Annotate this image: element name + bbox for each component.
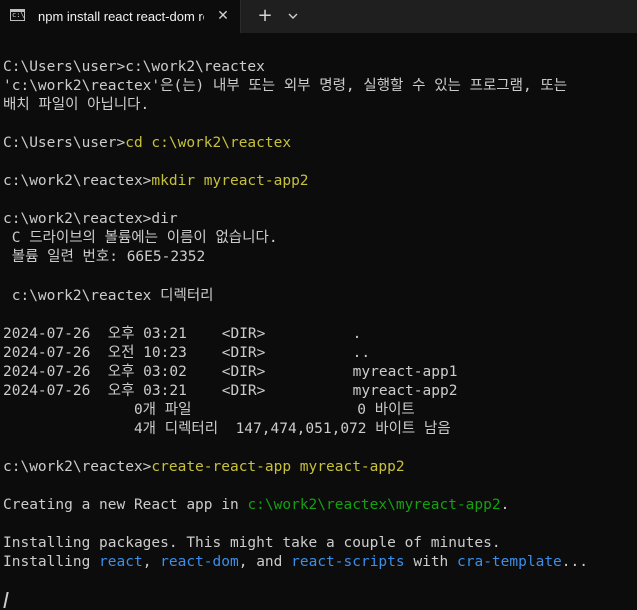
terminal-line: C 드라이브의 볼륨에는 이름이 없습니다. xyxy=(3,229,637,248)
close-icon[interactable]: ✕ xyxy=(214,6,232,26)
terminal-text: 2024-07-26 오후 03:21 <DIR> myreact-app2 xyxy=(3,382,458,399)
terminal-line: c:\work2\reactex>mkdir myreact-app2 xyxy=(3,172,637,191)
terminal-line: 4개 디렉터리 147,474,051,072 바이트 남음 xyxy=(3,420,637,439)
terminal-line: 'c:\work2\reactex'은(는) 내부 또는 외부 명령, 실행할 … xyxy=(3,77,637,96)
terminal-line: Installing react, react-dom, and react-s… xyxy=(3,553,637,572)
terminal-text: Installing xyxy=(3,554,100,571)
terminal-line: 2024-07-26 오전 10:23 <DIR> .. xyxy=(3,344,637,363)
terminal-text: 2024-07-26 오전 10:23 <DIR> .. xyxy=(3,344,371,361)
tab-bar: c:\ npm install react react-dom re ✕ + xyxy=(0,0,637,33)
terminal-text: c:\work2\reactex>dir xyxy=(3,211,178,228)
terminal-text: react xyxy=(99,554,143,571)
terminal-text: c:\work2\reactex> xyxy=(3,458,152,475)
terminal-text: cd c:\work2\reactex xyxy=(125,135,292,152)
terminal-text: 'c:\work2\reactex'은(는) 내부 또는 외부 명령, 실행할 … xyxy=(3,78,568,95)
terminal-line: 볼륨 일련 번호: 66E5-2352 xyxy=(3,248,637,267)
tab-active[interactable]: c:\ npm install react react-dom re ✕ xyxy=(0,0,241,33)
terminal-text: C:\Users\user>c:\work2\reactex xyxy=(3,59,265,75)
terminal-text: 4개 디렉터리 147,474,051,072 바이트 남음 xyxy=(3,420,451,437)
terminal-icon: c:\ xyxy=(10,9,25,21)
terminal-line: 2024-07-26 오후 03:02 <DIR> myreact-app1 xyxy=(3,363,637,382)
terminal-text: 2024-07-26 오후 03:02 <DIR> myreact-app1 xyxy=(3,363,458,380)
terminal-line: C:\Users\user>cd c:\work2\reactex xyxy=(3,134,637,153)
terminal-line: c:\work2\reactex 디렉터리 xyxy=(3,287,637,306)
terminal-output[interactable]: C:\Users\user>c:\work2\reactex 'c:\work2\… xyxy=(3,58,637,610)
terminal-text: 볼륨 일련 번호: 66E5-2352 xyxy=(3,249,206,266)
terminal-text: 2024-07-26 오후 03:21 <DIR> . xyxy=(3,325,362,342)
terminal-text: Installing packages. This might take a c… xyxy=(3,535,501,552)
terminal-line: 2024-07-26 오후 03:21 <DIR> . xyxy=(3,325,637,344)
tab-title: npm install react react-dom re xyxy=(38,9,204,24)
terminal-text: . xyxy=(500,497,510,514)
terminal-line: c:\work2\reactex>dir xyxy=(3,210,637,229)
new-tab-button[interactable]: + xyxy=(254,4,276,28)
terminal-text: react-dom xyxy=(160,554,239,571)
terminal-line: c:\work2\reactex>create-react-app myreac… xyxy=(3,458,637,477)
terminal-text: mkdir myreact-app2 xyxy=(151,173,309,190)
terminal-text: C 드라이브의 볼륨에는 이름이 없습니다. xyxy=(3,230,278,247)
terminal-text: 배치 파일이 아닙니다. xyxy=(3,97,150,114)
terminal-window: c:\ npm install react react-dom re ✕ + C… xyxy=(0,0,637,610)
terminal-text: with xyxy=(404,554,458,571)
terminal-line: 2024-07-26 오후 03:21 <DIR> myreact-app2 xyxy=(3,382,637,401)
terminal-text: create-react-app myreact-app2 xyxy=(151,458,405,475)
terminal-text: C:\Users\user> xyxy=(3,135,126,152)
terminal-line: C:\Users\user>c:\work2\reactex xyxy=(3,58,637,77)
terminal-text: , and xyxy=(238,554,292,571)
terminal-text: c:\work2\reactex> xyxy=(3,173,152,190)
terminal-text: c:\work2\reactex\myreact-app2 xyxy=(247,497,501,514)
terminal-line: 배치 파일이 아닙니다. xyxy=(3,96,637,115)
terminal-line: 0개 파일 0 바이트 xyxy=(3,401,637,420)
terminal-text: 0개 파일 0 바이트 xyxy=(3,401,415,418)
terminal-text: react-scripts xyxy=(291,554,405,571)
terminal-text: , xyxy=(142,554,161,571)
terminal-line: Creating a new React app in c:\work2\rea… xyxy=(3,496,637,515)
chevron-down-icon[interactable] xyxy=(284,6,302,26)
terminal-text: Creating a new React app in xyxy=(3,497,248,514)
terminal-text: cra-template xyxy=(457,554,562,571)
terminal-line: Installing packages. This might take a c… xyxy=(3,534,637,553)
terminal-text: ... xyxy=(561,554,588,571)
terminal-text: c:\work2\reactex 디렉터리 xyxy=(3,287,214,304)
